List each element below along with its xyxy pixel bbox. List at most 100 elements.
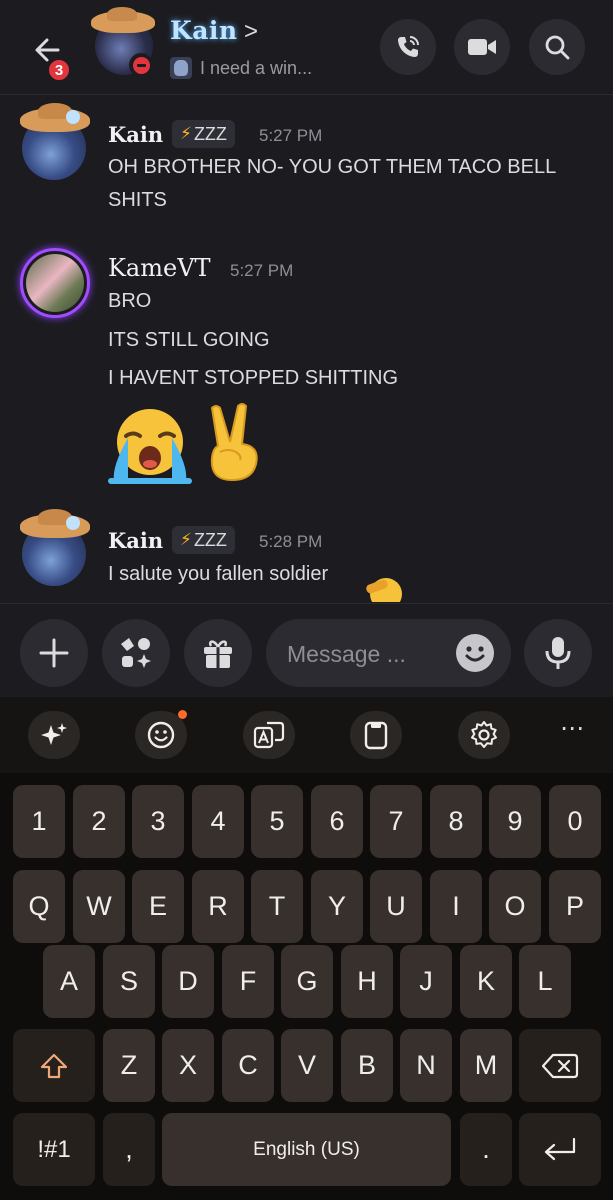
key-w[interactable]: W [73,870,125,943]
gift-icon [204,640,232,668]
key-0[interactable]: 0 [549,785,601,858]
key-u[interactable]: U [370,870,422,943]
enter-icon [544,1137,576,1160]
symbols-key[interactable]: !#1 [13,1113,95,1186]
smiley-icon [147,721,175,749]
key-v[interactable]: V [281,1029,333,1102]
key-3[interactable]: 3 [132,785,184,858]
key-4[interactable]: 4 [192,785,244,858]
key-6[interactable]: 6 [311,785,363,858]
attach-button[interactable] [20,619,88,687]
chat-header: 3 Kain > I need a win... [0,0,613,95]
translate-button[interactable] [243,711,295,759]
key-b[interactable]: B [341,1029,393,1102]
more-options-icon[interactable]: ⋯ [560,714,585,743]
key-1[interactable]: 1 [13,785,65,858]
status-emoji-icon [170,57,192,79]
key-n[interactable]: N [400,1029,452,1102]
lightning-icon: ⚡ [180,530,192,549]
key-l[interactable]: L [519,945,571,1018]
key-r[interactable]: R [192,870,244,943]
key-y[interactable]: Y [311,870,363,943]
video-camera-icon [468,39,496,55]
microphone-icon [545,637,571,669]
avatar[interactable] [20,509,90,586]
enter-key[interactable] [519,1113,601,1186]
key-9[interactable]: 9 [489,785,541,858]
message: Kain ⚡ ZZZ 5:28 PM I salute you fallen s… [0,509,613,602]
notification-dot [178,710,187,719]
message: KameVT 5:27 PM BRO ITS STILL GOING I HAV… [0,244,613,494]
key-p[interactable]: P [549,870,601,943]
shift-arrow-icon [40,1053,68,1078]
avatar[interactable] [20,248,90,318]
emoji-picker-icon[interactable] [456,634,494,672]
backspace-icon [541,1053,579,1078]
keyboard-toolbar [0,697,613,773]
author-name[interactable]: Kain [108,122,163,147]
message-text: SHITS [108,189,167,211]
avatar[interactable] [20,103,90,180]
message-list[interactable]: Kain ⚡ ZZZ 5:27 PM OH BROTHER NO- YOU GO… [0,96,613,602]
backspace-key[interactable] [519,1029,601,1102]
author-name[interactable]: Kain [108,528,163,553]
key-8[interactable]: 8 [430,785,482,858]
key-5[interactable]: 5 [251,785,303,858]
saluting-face-icon [370,578,402,602]
contact-name[interactable]: Kain [170,16,238,45]
search-button[interactable] [529,19,585,75]
key-a[interactable]: A [43,945,95,1018]
user-tag: ⚡ ZZZ [172,526,235,554]
key-k[interactable]: K [460,945,512,1018]
timestamp: 5:27 PM [230,261,294,280]
lightning-icon: ⚡ [180,124,192,143]
period-key[interactable]: . [460,1113,512,1186]
video-call-button[interactable] [454,19,510,75]
author-name[interactable]: KameVT [108,254,211,282]
key-x[interactable]: X [162,1029,214,1102]
clipboard-button[interactable] [350,711,402,759]
sparkle-icon [41,723,67,745]
status-text: I need a win... [200,57,313,78]
apps-icon [121,638,151,668]
key-f[interactable]: F [222,945,274,1018]
ai-tools-button[interactable] [28,711,80,759]
tag-text: ZZZ [193,123,227,144]
key-i[interactable]: I [430,870,482,943]
back-button[interactable]: 3 [22,24,74,83]
key-d[interactable]: D [162,945,214,1018]
shift-key[interactable] [13,1029,95,1102]
message-input[interactable]: Message ... [266,619,511,687]
voice-message-button[interactable] [524,619,592,687]
key-q[interactable]: Q [13,870,65,943]
comma-key[interactable]: , [103,1113,155,1186]
loudly-crying-face-icon [108,409,192,484]
space-key[interactable]: English (US) [162,1113,451,1186]
key-m[interactable]: M [460,1029,512,1102]
search-icon [545,35,570,60]
key-7[interactable]: 7 [370,785,422,858]
message-text: I salute you fallen soldier [108,563,329,585]
gift-button[interactable] [184,619,252,687]
clipboard-icon [364,721,388,750]
key-g[interactable]: G [281,945,333,1018]
key-e[interactable]: E [132,870,184,943]
keyboard-settings-button[interactable] [458,711,510,759]
key-o[interactable]: O [489,870,541,943]
key-c[interactable]: C [222,1029,274,1102]
tag-text: ZZZ [193,529,227,550]
apps-button[interactable] [102,619,170,687]
plus-icon [39,638,69,668]
key-h[interactable]: H [341,945,393,1018]
message-text: BRO [108,290,152,312]
unread-count-badge: 3 [46,57,72,83]
key-z[interactable]: Z [103,1029,155,1102]
key-2[interactable]: 2 [73,785,125,858]
message-text: ITS STILL GOING [108,329,270,351]
key-s[interactable]: S [103,945,155,1018]
voice-call-button[interactable] [380,19,436,75]
message-text: I HAVENT STOPPED SHITTING [108,367,399,389]
key-t[interactable]: T [251,870,303,943]
key-j[interactable]: J [400,945,452,1018]
timestamp: 5:28 PM [259,532,323,551]
